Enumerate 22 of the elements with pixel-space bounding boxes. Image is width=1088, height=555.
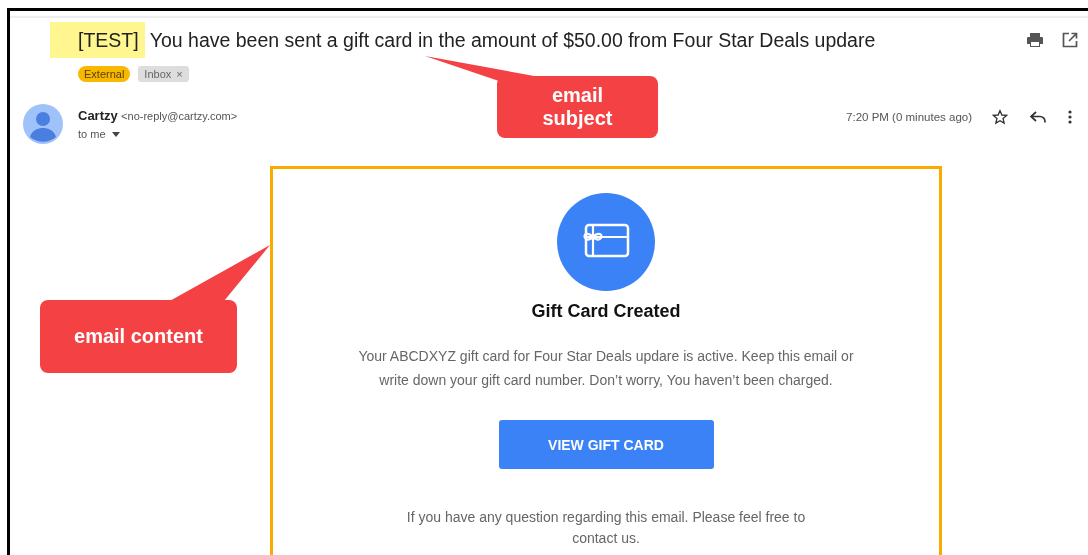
gift-card-icon [557,193,655,291]
avatar-icon [23,104,63,144]
view-gift-card-button[interactable]: VIEW GIFT CARD [498,420,714,469]
label-tag: External [78,66,131,82]
more-options-icon[interactable] [1068,110,1072,124]
star-icon[interactable] [992,109,1008,125]
sender-name: Cartzy [78,108,118,123]
sender-address: <no-reply@cartzy.com> [121,110,238,122]
label-tag: Inbox × [138,66,189,82]
annotation-callout: email content [40,300,237,373]
email-subject: [TEST] You have been sent a gift card in the amount of $50.00 from Four Star Deals updare [50,22,876,58]
annotation-callout: email subject [497,76,658,138]
card-message: Your ABCDXYZ gift card for Four Star Deals updare is active. Keep this email or write down your gift card number. Don’t worry, You haven’t been charged. [357,347,855,390]
reply-icon[interactable] [1030,111,1046,123]
recipient-label: to me [78,128,106,140]
caret-icon[interactable] [111,131,120,137]
timestamp: 7:20 PM (0 minutes ago) [846,111,972,123]
open-in-new-window-icon[interactable] [1062,32,1078,48]
remove-label-button[interactable]: × [176,68,183,80]
print-icon[interactable] [1026,32,1044,48]
contact-note: If you have any question regarding this email. Please feel free to contact us. [405,508,807,548]
card-heading: Gift Card Created [531,301,681,322]
